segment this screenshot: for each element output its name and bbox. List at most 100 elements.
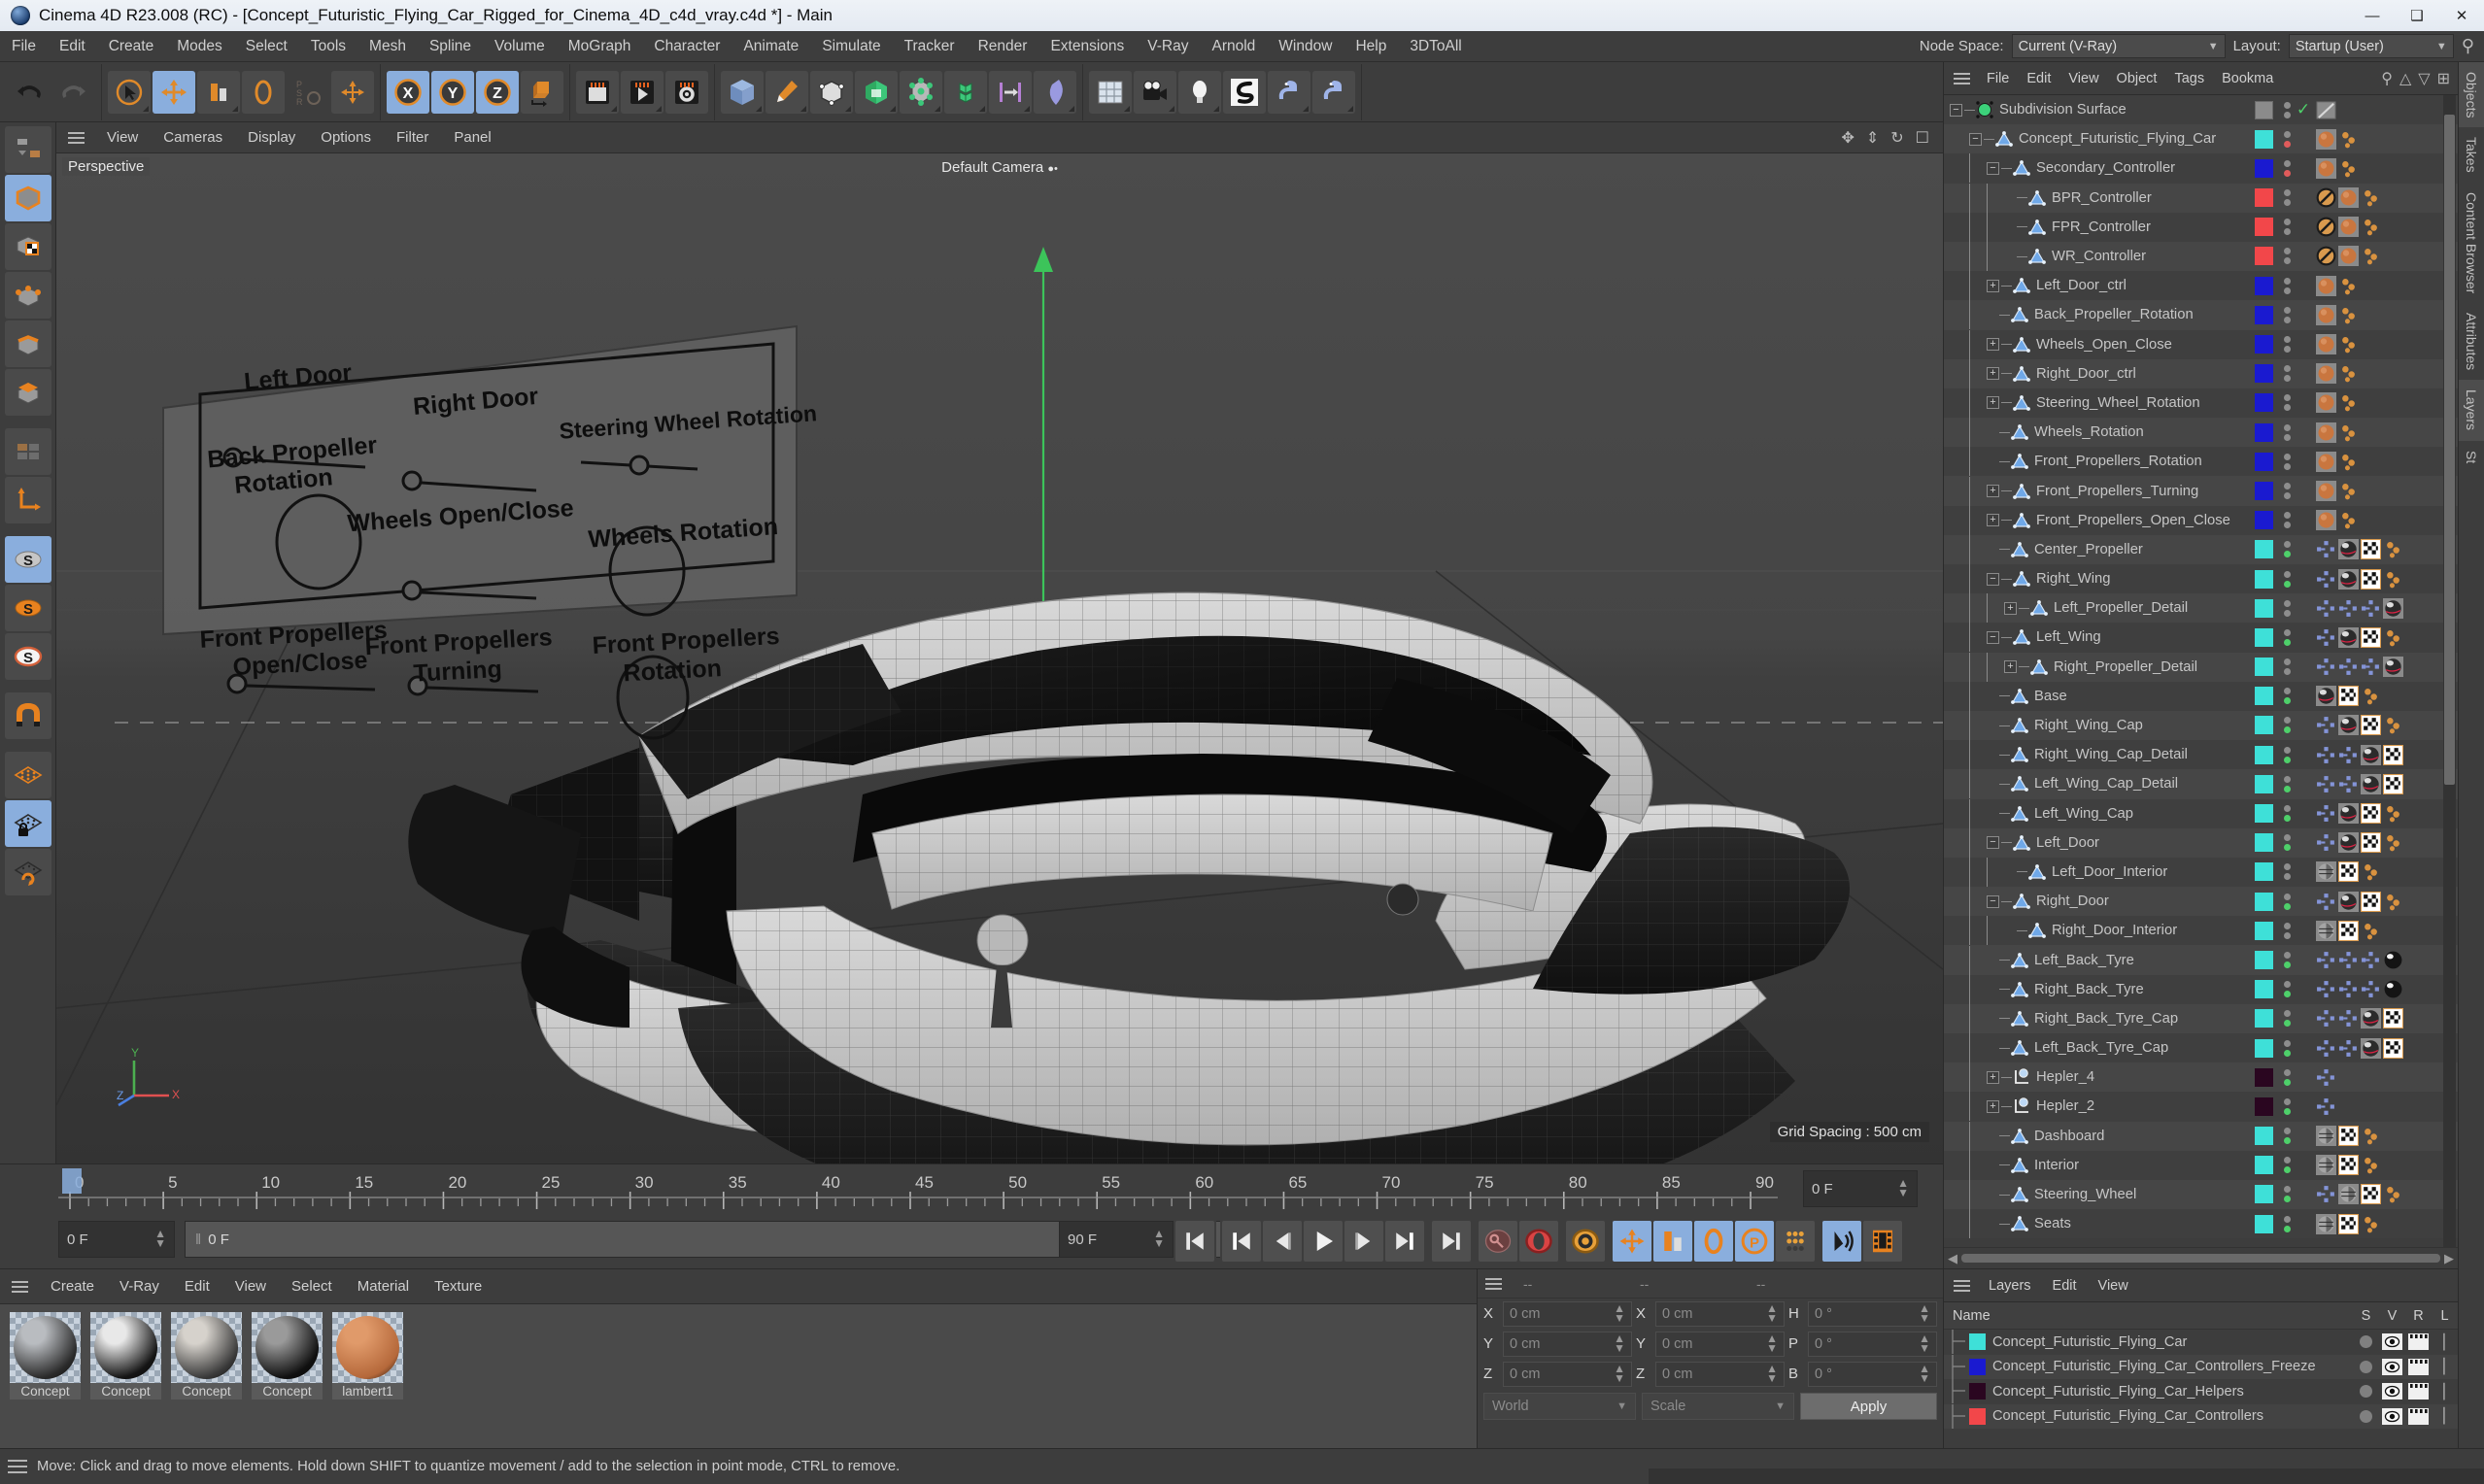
play-sound-button[interactable]	[1822, 1221, 1861, 1262]
material-tag-icon[interactable]	[2383, 950, 2403, 970]
xpresso-tag-icon[interactable]	[2316, 569, 2336, 590]
material-tag-icon[interactable]	[2316, 334, 2336, 354]
lock-workplane-button[interactable]	[4, 800, 51, 847]
protection-tag-icon[interactable]	[2338, 363, 2359, 384]
protection-tag-icon[interactable]	[2338, 129, 2359, 150]
python-generator-button[interactable]	[1312, 70, 1355, 114]
home-icon[interactable]: △	[2399, 69, 2411, 88]
coord-input[interactable]: 0 cm ▲ ▼	[1503, 1361, 1632, 1387]
point-level-animation-button[interactable]	[1776, 1221, 1815, 1262]
object-tree-row[interactable]: + Left_Door_ctrl	[1944, 271, 2458, 301]
disabled-tag-icon[interactable]	[2316, 187, 2336, 208]
xpresso-tag-icon[interactable]	[2316, 1038, 2336, 1059]
object-menu-edit[interactable]: Edit	[2018, 62, 2059, 95]
solo-toggle[interactable]	[2353, 1385, 2379, 1399]
vertical-tab-layers[interactable]: Layers	[2459, 380, 2484, 441]
xpresso-tag-icon[interactable]	[2338, 1008, 2359, 1029]
lock-z-axis-button[interactable]: Z	[476, 70, 519, 114]
move-tool-button[interactable]	[153, 70, 195, 114]
minimize-button[interactable]: —	[2350, 0, 2395, 31]
coord-input[interactable]: 0 cm ▲ ▼	[1655, 1361, 1785, 1387]
enable-snap-button[interactable]: S	[4, 536, 51, 583]
viewport-3d[interactable]: Perspective Default Camera ●• Grid Spaci…	[56, 153, 1943, 1164]
texture-tag-icon[interactable]	[2338, 1155, 2359, 1176]
protection-tag-icon[interactable]	[2361, 1126, 2381, 1146]
texture-tag-icon[interactable]	[2338, 686, 2359, 707]
texture-tag-icon[interactable]	[2338, 920, 2359, 941]
xpresso-tag-icon[interactable]	[2338, 950, 2359, 970]
layer-color-swatch[interactable]	[2255, 188, 2273, 208]
texture-tag-icon[interactable]	[2361, 539, 2381, 560]
protection-tag-icon[interactable]	[2383, 803, 2403, 824]
search-icon[interactable]: ⚲	[2462, 36, 2474, 56]
texture-tag-icon[interactable]	[2383, 1037, 2403, 1059]
material-menu-create[interactable]: Create	[38, 1269, 107, 1304]
protection-tag-icon[interactable]	[2338, 481, 2359, 501]
xpresso-tag-icon[interactable]	[2316, 627, 2336, 648]
visibility-dots[interactable]	[2279, 1157, 2295, 1174]
expand-toggle[interactable]: +	[1987, 367, 1999, 381]
material-tag-icon[interactable]	[2383, 979, 2403, 999]
material-menu-view[interactable]: View	[222, 1269, 279, 1304]
texture-tag-icon[interactable]	[2361, 626, 2381, 648]
layer-menu-view[interactable]: View	[2088, 1269, 2139, 1302]
layer-color-swatch[interactable]	[2255, 511, 2273, 530]
visibility-dots[interactable]	[2279, 365, 2295, 383]
record-rotation-button[interactable]	[1694, 1221, 1733, 1262]
menu-item-select[interactable]: Select	[234, 31, 299, 62]
collapse-toggle[interactable]: −	[1969, 132, 1982, 146]
visibility-dots[interactable]	[2279, 570, 2295, 588]
object-tree-row[interactable]: BPR_Controller	[1944, 183, 2458, 213]
object-tree-row[interactable]: − Subdivision Surface ✓	[1944, 95, 2458, 125]
menu-item-mesh[interactable]: Mesh	[357, 31, 418, 62]
material-tag-icon[interactable]	[2338, 832, 2359, 854]
protection-tag-icon[interactable]	[2361, 686, 2381, 706]
collapse-toggle[interactable]: −	[1987, 572, 1999, 586]
python-script-button[interactable]	[1268, 70, 1310, 114]
scroll-left-icon[interactable]: ◀	[1948, 1251, 1957, 1266]
spline-pen-button[interactable]	[766, 70, 808, 114]
vertical-tab-content-browser[interactable]: Content Browser	[2459, 183, 2484, 303]
object-tree-row[interactable]: − Secondary_Controller	[1944, 153, 2458, 184]
collapse-toggle[interactable]: −	[1987, 894, 1999, 908]
menu-item-tracker[interactable]: Tracker	[893, 31, 967, 62]
object-tree-row[interactable]: − Concept_Futuristic_Flying_Car	[1944, 124, 2458, 154]
solo-toggle[interactable]	[2353, 1409, 2379, 1423]
layer-color-swatch[interactable]	[2255, 1156, 2273, 1175]
uv-mode-button[interactable]	[4, 428, 51, 475]
layer-color-swatch[interactable]	[2255, 1067, 2273, 1087]
protection-tag-icon[interactable]	[2383, 569, 2403, 590]
coord-space-select[interactable]: World ▼	[1483, 1393, 1636, 1420]
protection-tag-icon[interactable]	[2383, 832, 2403, 853]
solo-toggle[interactable]	[2353, 1360, 2379, 1373]
field-button[interactable]	[1034, 70, 1076, 114]
xpresso-tag-icon[interactable]	[2316, 832, 2336, 853]
layer-color-swatch[interactable]	[2255, 569, 2273, 589]
visibility-dots[interactable]	[2279, 541, 2295, 558]
spinner-icon[interactable]: ▲ ▼	[1919, 1363, 1930, 1384]
render-toggle[interactable]	[2405, 1333, 2432, 1351]
object-tree-row[interactable]: WR_Controller	[1944, 241, 2458, 272]
close-button[interactable]: ✕	[2439, 0, 2484, 31]
spinner-icon[interactable]: ▲ ▼	[1614, 1332, 1625, 1354]
layer-color-swatch[interactable]	[2255, 774, 2273, 793]
material-tag-icon[interactable]	[2361, 744, 2381, 765]
lock-toggle[interactable]: │	[2432, 1384, 2458, 1400]
texture-tag-icon[interactable]	[2361, 891, 2381, 912]
visibility-dots[interactable]	[2279, 717, 2295, 734]
xpresso-tag-icon[interactable]	[2361, 950, 2381, 970]
next-keyframe-button[interactable]	[1385, 1221, 1424, 1262]
material-menu-handle-icon[interactable]	[12, 1280, 28, 1293]
object-tree-row[interactable]: + Front_Propellers_Turning	[1944, 476, 2458, 506]
viewport-menu-view[interactable]: View	[94, 122, 151, 153]
maximize-viewport-icon[interactable]: ☐	[1916, 128, 1929, 148]
object-tree-row[interactable]: Center_Propeller	[1944, 534, 2458, 564]
visibility-dots[interactable]	[2279, 922, 2295, 939]
material-tag-icon[interactable]	[2316, 304, 2336, 325]
material-item[interactable]: Concept	[171, 1312, 242, 1400]
spinner-icon[interactable]: ▲ ▼	[1766, 1302, 1778, 1324]
visibility-dots[interactable]	[2279, 453, 2295, 470]
rotate-camera-icon[interactable]: ↻	[1890, 128, 1903, 148]
xpresso-tag-icon[interactable]	[2316, 950, 2336, 970]
visibility-dots[interactable]	[2279, 1039, 2295, 1057]
